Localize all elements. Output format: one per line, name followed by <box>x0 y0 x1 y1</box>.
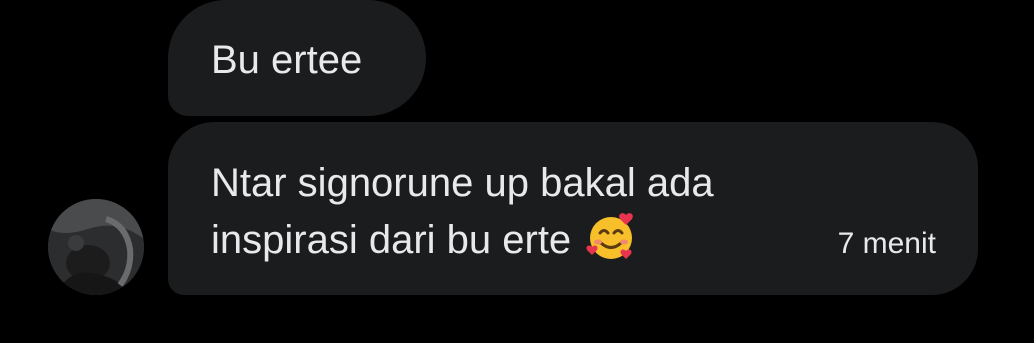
message-text: Bu ertee <box>211 38 363 82</box>
message-bubble[interactable]: Bu ertee <box>168 0 426 116</box>
message-timestamp: 7 menit <box>837 227 936 260</box>
avatar[interactable] <box>48 199 144 295</box>
user-avatar-photo-icon <box>48 199 144 295</box>
message-bubble[interactable]: Ntar signorune up bakal ada inspirasi da… <box>168 122 978 295</box>
smiling-face-with-hearts-icon <box>586 211 638 263</box>
message-text-container: Ntar signorune up bakal ada inspirasi da… <box>211 155 811 268</box>
chat-thread: Bu ertee Ntar signorune up bakal ada ins… <box>0 0 1034 343</box>
